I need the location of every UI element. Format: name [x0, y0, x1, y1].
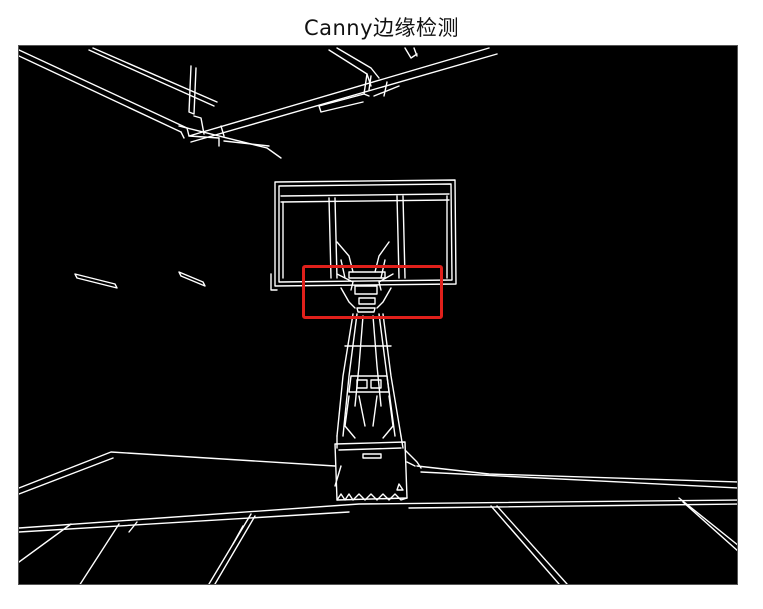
wall-light-edges [74, 271, 206, 289]
floor-edges [19, 451, 737, 584]
canny-edge-image [18, 45, 738, 585]
highlight-box [302, 265, 443, 319]
pole-edges [336, 313, 404, 449]
ceiling-edges [19, 47, 498, 159]
base-edges [334, 441, 422, 501]
figure-title: Canny边缘检测 [303, 16, 460, 40]
